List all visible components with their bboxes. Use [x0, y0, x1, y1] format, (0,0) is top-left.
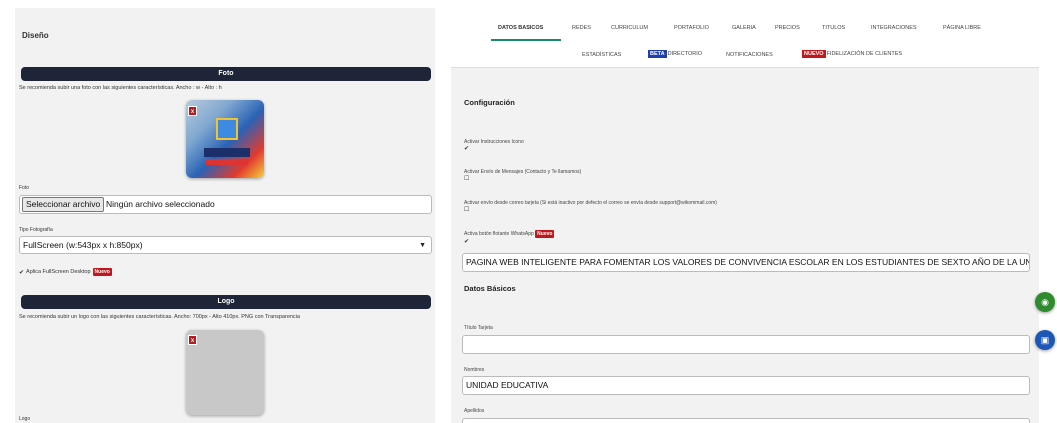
- foto-hint: Se recomienda subir una foto con las sig…: [19, 85, 222, 91]
- nombres-label: Nombres: [464, 367, 485, 373]
- logo-section-header: Logo: [21, 295, 431, 309]
- tab-directorio-label: DIRECTORIO: [667, 51, 703, 57]
- settings-panel: DATOS BASICOS REDES CURRICULUM PORTAFOLI…: [451, 8, 1039, 423]
- foto-section-header: Foto: [21, 67, 431, 81]
- config-heading: Configuración: [464, 98, 515, 107]
- foto-image: [198, 108, 252, 170]
- tab-pagina-libre[interactable]: PÁGINA LIBRE: [943, 25, 981, 31]
- tab-galeria[interactable]: GALERIA: [732, 25, 756, 31]
- select-file-button[interactable]: Seleccionar archivo: [22, 197, 105, 212]
- tipo-value: FullScreen (w:543px x h:850px): [23, 240, 143, 250]
- tab-redes[interactable]: REDES: [572, 25, 591, 31]
- active-tab-indicator: [491, 39, 561, 41]
- checkbox-checked-icon[interactable]: ✔: [19, 269, 24, 276]
- nombres-input[interactable]: UNIDAD EDUCATIVA: [462, 376, 1030, 395]
- tipo-label: Tipo Fotografía: [19, 227, 53, 233]
- nombres-value: UNIDAD EDUCATIVA: [466, 380, 549, 390]
- nuevo-badge: Nuevo: [92, 268, 112, 276]
- chevron-down-icon: ▼: [419, 242, 426, 249]
- tab-precios[interactable]: PRECIOS: [775, 25, 800, 31]
- tab-portafolio[interactable]: PORTAFOLIO: [674, 25, 709, 31]
- tab-fidelizacion[interactable]: NUEVO FIDELIZACIÓN DE CLIENTES: [802, 50, 903, 58]
- save-icon[interactable]: ▣: [1035, 330, 1055, 350]
- fullscreen-checkbox-row[interactable]: ✔ Aplica FullScreen Desktop Nuevo: [19, 268, 112, 276]
- eye-icon[interactable]: ◉: [1035, 292, 1055, 312]
- tab-notificaciones[interactable]: NOTIFICACIONES: [726, 52, 773, 58]
- opt-mensajes-checkbox[interactable]: ☐: [464, 175, 469, 182]
- delete-logo-icon[interactable]: x: [188, 335, 197, 345]
- opt-correo-checkbox[interactable]: ☐: [464, 206, 469, 213]
- opt-whatsapp-label: Activa botón flotante WhatsApp: [464, 231, 534, 237]
- description-value: PAGINA WEB INTELIGENTE PARA FOMENTAR LOS…: [466, 257, 1030, 267]
- tab-integraciones[interactable]: INTEGRACIONES: [871, 25, 917, 31]
- tab-titulos[interactable]: TITULOS: [822, 25, 845, 31]
- beta-badge: BETA: [648, 50, 667, 58]
- opt-correo-label: Activar envío desde correo tarjeta (Si e…: [464, 200, 717, 206]
- foto-file-input[interactable]: Seleccionar archivo Ningún archivo selec…: [19, 195, 432, 214]
- file-status: Ningún archivo seleccionado: [106, 199, 215, 209]
- foto-label: Foto: [19, 185, 30, 191]
- fullscreen-label: Aplica FullScreen Desktop: [26, 269, 91, 275]
- nuevo-badge-whatsapp: Nuevo: [535, 230, 555, 238]
- titulo-input[interactable]: [462, 335, 1030, 354]
- tab-bar: DATOS BASICOS REDES CURRICULUM PORTAFOLI…: [451, 8, 1039, 68]
- description-input[interactable]: PAGINA WEB INTELIGENTE PARA FOMENTAR LOS…: [462, 253, 1030, 272]
- titulo-label: Título Tarjeta: [464, 325, 493, 331]
- panel-title: Diseño: [22, 31, 49, 40]
- tipo-fotografia-select[interactable]: FullScreen (w:543px x h:850px) ▼: [19, 236, 432, 254]
- tab-directorio[interactable]: BETA DIRECTORIO: [648, 50, 703, 58]
- apellidos-input[interactable]: [462, 418, 1030, 423]
- datos-basicos-heading: Datos Básicos: [464, 284, 516, 293]
- apellidos-label: Apellidos: [464, 408, 485, 414]
- opt-whatsapp-row: Activa botón flotante WhatsApp Nuevo: [464, 230, 555, 238]
- opt-whatsapp-checkbox[interactable]: ✔: [464, 238, 469, 245]
- tab-datos-basicos[interactable]: DATOS BASICOS: [498, 25, 543, 31]
- tab-fidelizacion-label: FIDELIZACIÓN DE CLIENTES: [826, 51, 903, 57]
- tab-curriculum[interactable]: CURRICULUM: [611, 25, 648, 31]
- design-panel: Diseño Foto Se recomienda subir una foto…: [15, 8, 435, 423]
- logo-label: Logo: [19, 416, 31, 422]
- logo-preview: [186, 330, 264, 415]
- logo-hint: Se recomienda subir un logo con las sigu…: [19, 314, 300, 320]
- tab-estadisticas[interactable]: ESTADÍSTICAS: [582, 52, 621, 58]
- delete-foto-icon[interactable]: x: [188, 106, 197, 116]
- opt-instrucciones-label: Activar Instrucciones Icono: [464, 139, 524, 145]
- foto-preview: [186, 100, 264, 178]
- opt-mensajes-label: Activar Envío de Mensajes (Contacto y Te…: [464, 169, 582, 175]
- opt-instrucciones-checkbox[interactable]: ✔: [464, 145, 469, 152]
- nuevo-tab-badge: NUEVO: [802, 50, 826, 58]
